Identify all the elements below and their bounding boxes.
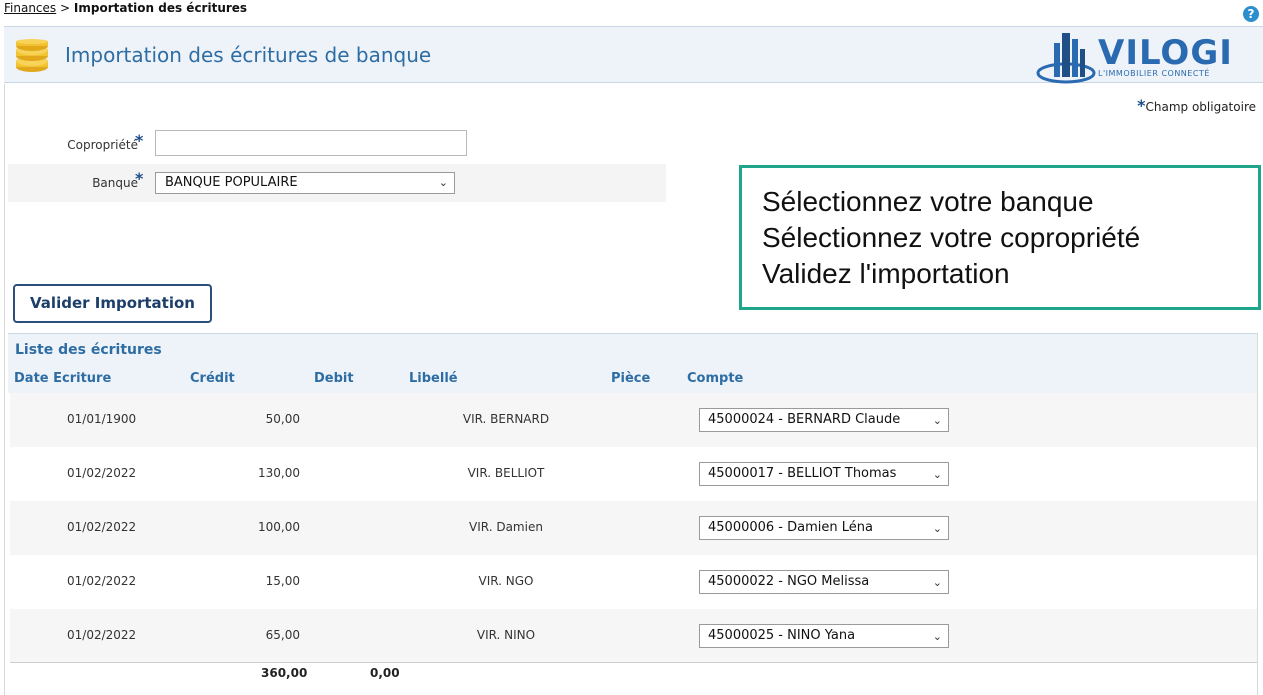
- cell-credit: 100,00: [258, 520, 300, 534]
- breadcrumb-link-finances[interactable]: Finances: [4, 1, 56, 15]
- list-title: Liste des écritures: [15, 342, 162, 358]
- cell-date: 01/02/2022: [67, 520, 137, 534]
- cell-libelle: VIR. BERNARD: [462, 412, 550, 426]
- form-row-copropriete: Copropriété *: [8, 126, 666, 162]
- compte-select-value: 45000024 - BERNARD Claude: [708, 412, 901, 427]
- compte-select[interactable]: 45000006 - Damien Léna ⌄: [699, 516, 949, 540]
- copropriete-label: Copropriété: [67, 138, 138, 152]
- compte-select-value: 45000006 - Damien Léna: [708, 520, 873, 535]
- total-credit: 360,00: [261, 666, 308, 680]
- cell-credit: 15,00: [265, 574, 300, 588]
- column-header-piece: Pièce: [611, 371, 651, 386]
- instructions-callout: Sélectionnez votre banque Sélectionnez v…: [739, 165, 1261, 310]
- banque-select[interactable]: BANQUE POPULAIRE ⌄: [155, 172, 455, 194]
- chevron-down-icon: ⌄: [932, 522, 942, 535]
- compte-select-value: 45000022 - NGO Melissa: [708, 574, 870, 589]
- callout-line-3: Validez l'importation: [762, 258, 1010, 289]
- table-row: 01/02/2022 100,00 VIR. Damien 45000006 -…: [10, 501, 1257, 555]
- compte-select-value: 45000017 - BELLIOT Thomas: [708, 466, 897, 481]
- cell-date: 01/02/2022: [67, 628, 137, 642]
- column-header-libelle: Libellé: [409, 371, 458, 386]
- column-header-debit: Debit: [314, 371, 354, 386]
- chevron-down-icon: ⌄: [932, 468, 942, 481]
- logo-tagline: L'IMMOBILIER CONNECTÉ: [1098, 69, 1210, 78]
- page-title: Importation des écritures de banque: [65, 43, 432, 67]
- table-row: 01/01/1900 50,00 VIR. BERNARD 45000024 -…: [10, 393, 1257, 447]
- panel-border-right: [1257, 333, 1258, 695]
- chevron-down-icon: ⌄: [932, 414, 942, 427]
- table-row: 01/02/2022 15,00 VIR. NGO 45000022 - NGO…: [10, 555, 1257, 609]
- compte-select-value: 45000025 - NINO Yana: [708, 628, 856, 643]
- list-header-panel: Liste des écritures Date Ecriture Crédit…: [8, 333, 1257, 393]
- cell-libelle: VIR. BELLIOT: [467, 466, 545, 480]
- logo-text: VILOGI: [1098, 33, 1233, 73]
- compte-select[interactable]: 45000017 - BELLIOT Thomas ⌄: [699, 462, 949, 486]
- required-star: *: [135, 169, 144, 188]
- chevron-down-icon: ⌄: [932, 630, 942, 643]
- banque-label: Banque: [92, 176, 138, 190]
- chevron-down-icon: ⌄: [932, 576, 942, 589]
- panel-border-left: [4, 84, 5, 695]
- cell-credit: 50,00: [265, 412, 300, 426]
- cell-libelle: VIR. NINO: [476, 628, 536, 642]
- table-row: 01/02/2022 65,00 VIR. NINO 45000025 - NI…: [10, 609, 1257, 663]
- breadcrumb-current: Importation des écritures: [73, 1, 248, 15]
- copropriete-input[interactable]: [155, 130, 467, 156]
- page-header: Importation des écritures de banque VILO…: [4, 26, 1263, 85]
- chevron-down-icon: ⌄: [438, 176, 448, 189]
- compte-select[interactable]: 45000022 - NGO Melissa ⌄: [699, 570, 949, 594]
- mandatory-note: *Champ obligatoire: [1137, 96, 1256, 115]
- cell-libelle: VIR. Damien: [469, 520, 543, 534]
- column-header-credit: Crédit: [190, 371, 235, 386]
- cell-date: 01/02/2022: [67, 574, 137, 588]
- form-row-banque: Banque * BANQUE POPULAIRE ⌄: [8, 164, 666, 202]
- mandatory-note-text: Champ obligatoire: [1145, 100, 1257, 114]
- coins-icon: [16, 39, 48, 72]
- callout-line-1: Sélectionnez votre banque: [762, 186, 1094, 217]
- required-star: *: [1137, 96, 1146, 115]
- cell-date: 01/02/2022: [67, 466, 137, 480]
- table-row: 01/02/2022 130,00 VIR. BELLIOT 45000017 …: [10, 447, 1257, 501]
- callout-line-2: Sélectionnez votre copropriété: [762, 222, 1141, 253]
- column-header-compte: Compte: [687, 371, 744, 386]
- total-debit: 0,00: [370, 666, 400, 680]
- cell-credit: 65,00: [265, 628, 300, 642]
- required-star: *: [135, 131, 144, 150]
- compte-select[interactable]: 45000025 - NINO Yana ⌄: [699, 624, 949, 648]
- breadcrumb-separator: >: [60, 1, 71, 15]
- banque-select-value: BANQUE POPULAIRE: [165, 175, 298, 190]
- vilogi-logo: VILOGI L'IMMOBILIER CONNECTÉ: [1036, 29, 1241, 85]
- building-logo-icon: [1036, 33, 1096, 84]
- help-icon[interactable]: ?: [1243, 6, 1259, 22]
- compte-select[interactable]: 45000024 - BERNARD Claude ⌄: [699, 408, 949, 432]
- cell-credit: 130,00: [258, 466, 300, 480]
- breadcrumb: Finances > Importation des écritures: [4, 1, 247, 15]
- cell-date: 01/01/1900: [67, 412, 137, 426]
- valider-importation-button[interactable]: Valider Importation: [13, 284, 212, 323]
- column-header-date: Date Ecriture: [14, 371, 112, 386]
- cell-libelle: VIR. NGO: [478, 574, 534, 588]
- totals-row: 360,00 0,00: [10, 662, 1257, 695]
